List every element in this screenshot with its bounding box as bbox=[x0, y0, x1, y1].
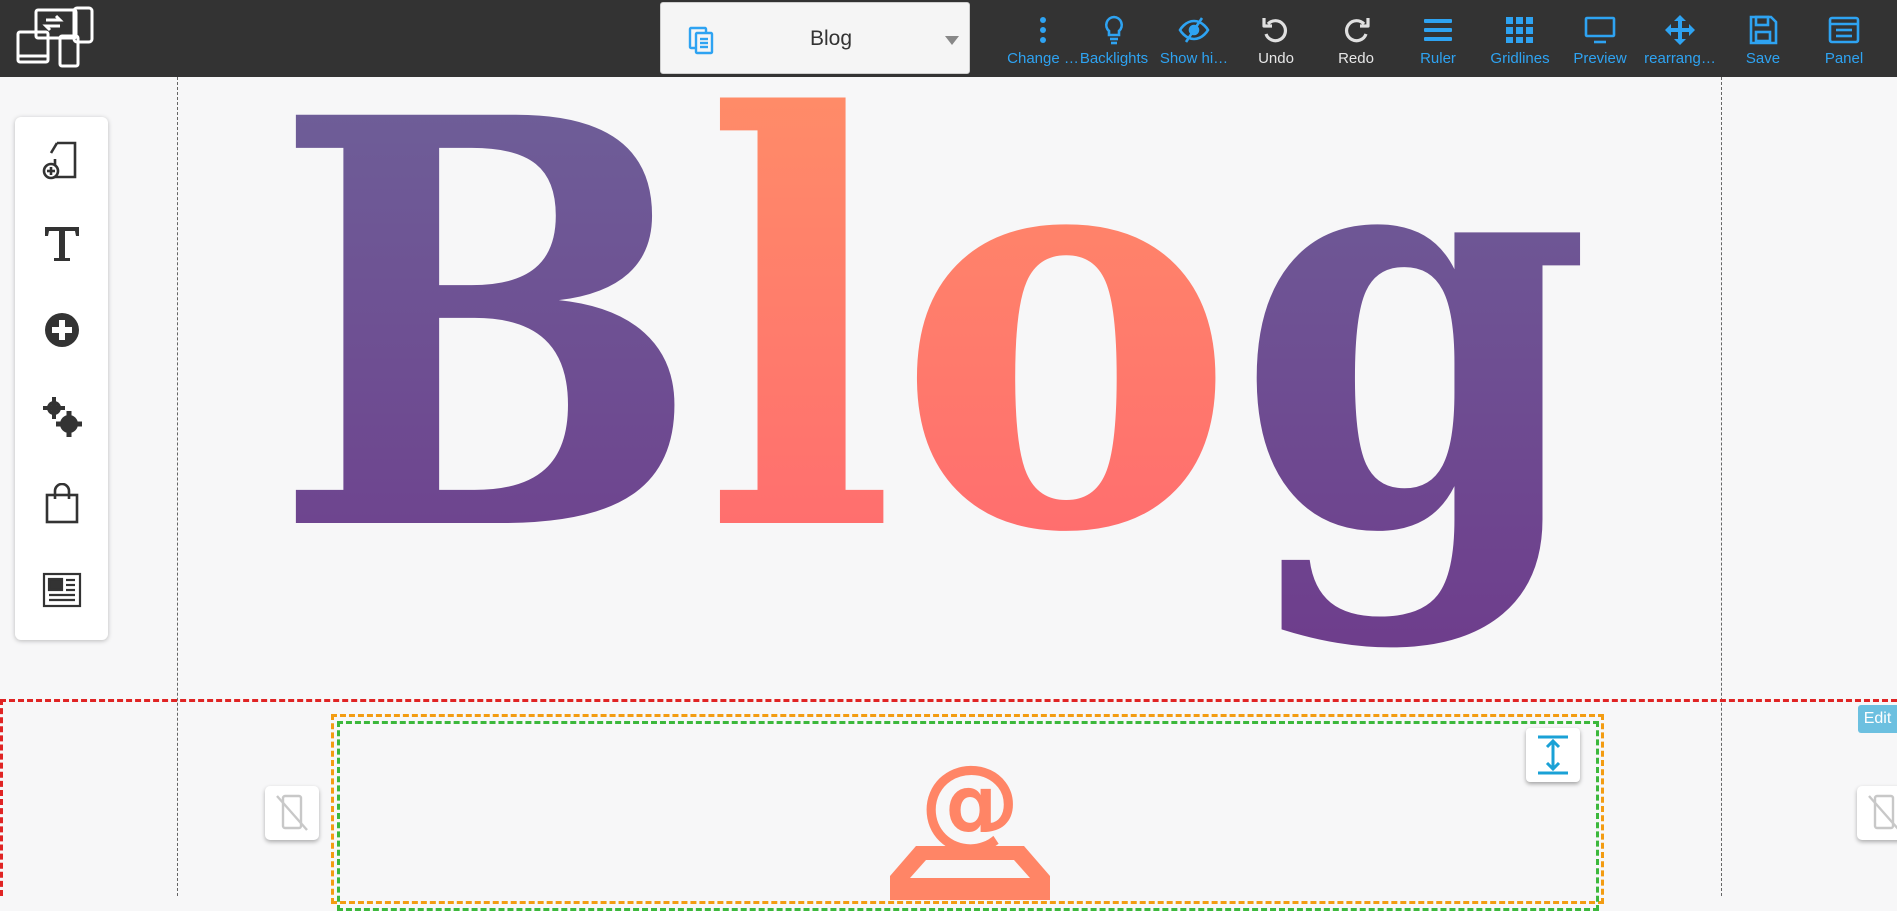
move-arrows-icon bbox=[1665, 15, 1695, 45]
tool-preview-button[interactable]: Preview bbox=[1560, 12, 1640, 72]
page-selector-dropdown[interactable]: Blog bbox=[660, 2, 970, 74]
tool-ruler-button[interactable]: Ruler bbox=[1398, 12, 1478, 72]
redo-icon bbox=[1344, 18, 1370, 43]
settings-gears-icon[interactable] bbox=[41, 395, 83, 437]
tool-redo-label: Redo bbox=[1338, 50, 1374, 67]
lightbulb-icon bbox=[1105, 15, 1123, 45]
tool-gridlines-button[interactable]: Gridlines bbox=[1480, 12, 1560, 72]
add-element-icon[interactable] bbox=[41, 309, 83, 351]
mobile-disabled-icon bbox=[276, 794, 308, 831]
tool-undo-label: Undo bbox=[1258, 50, 1294, 67]
section-boundary-guide bbox=[0, 699, 1897, 702]
tool-backlights-button[interactable]: Backlights bbox=[1074, 12, 1154, 72]
tool-panel-button[interactable]: Panel bbox=[1804, 12, 1884, 72]
text-icon[interactable] bbox=[41, 223, 83, 265]
floppy-icon bbox=[1749, 15, 1778, 45]
vertical-resize-icon bbox=[1538, 735, 1568, 775]
responsive-devices-logo-icon[interactable] bbox=[16, 6, 96, 72]
hide-on-mobile-toggle[interactable] bbox=[265, 786, 319, 840]
tool-ruler-label: Ruler bbox=[1420, 50, 1456, 67]
tool-save-label: Save bbox=[1745, 50, 1781, 67]
grid-icon bbox=[1506, 17, 1533, 43]
element-palette bbox=[15, 117, 108, 640]
ruler-icon bbox=[1424, 19, 1452, 41]
tool-save-button[interactable]: Save bbox=[1723, 12, 1803, 72]
heading-letter-b: B bbox=[272, 77, 703, 656]
chevron-down-icon bbox=[945, 36, 959, 45]
svg-text:@: @ bbox=[920, 760, 1020, 860]
tool-show-hidden-label: Show hi… bbox=[1159, 50, 1229, 67]
tool-change-label: Change … bbox=[1007, 50, 1079, 67]
tool-undo-button[interactable]: Undo bbox=[1236, 12, 1316, 72]
tool-rearrange-button[interactable]: rearrang… bbox=[1640, 12, 1720, 72]
monitor-icon bbox=[1584, 16, 1616, 44]
heading-letters-lo: lo bbox=[703, 77, 1236, 656]
heading-letter-g: g bbox=[1236, 77, 1592, 656]
email-at-icon[interactable]: @ bbox=[880, 743, 1060, 900]
blog-heading[interactable]: Blog bbox=[150, 77, 1720, 697]
eye-slash-icon bbox=[1178, 17, 1210, 43]
panel-icon bbox=[1828, 16, 1860, 44]
tool-rearrange-label: rearrang… bbox=[1644, 50, 1716, 67]
tool-gridlines-label: Gridlines bbox=[1490, 50, 1550, 67]
tool-show-hidden-button[interactable]: Show hi… bbox=[1154, 12, 1234, 72]
hide-on-mobile-toggle-right[interactable] bbox=[1857, 786, 1897, 840]
mobile-disabled-icon bbox=[1868, 794, 1897, 830]
selected-page-name: Blog bbox=[809, 27, 853, 50]
tool-redo-button[interactable]: Redo bbox=[1316, 12, 1396, 72]
dots-vertical-icon bbox=[1040, 17, 1046, 43]
shopping-bag-icon[interactable] bbox=[41, 482, 83, 525]
section-left-guide bbox=[0, 699, 3, 896]
add-page-icon[interactable] bbox=[41, 139, 83, 181]
top-toolbar: Blog Change … Backlights Show hi… Undo R… bbox=[0, 0, 1897, 77]
tool-preview-label: Preview bbox=[1573, 50, 1627, 67]
tool-panel-label: Panel bbox=[1824, 50, 1864, 67]
undo-icon bbox=[1262, 18, 1288, 43]
right-column-guide bbox=[1721, 77, 1722, 896]
tool-change-button[interactable]: Change … bbox=[1003, 12, 1083, 72]
tool-backlights-label: Backlights bbox=[1079, 50, 1149, 67]
pages-icon bbox=[687, 25, 717, 55]
newspaper-icon[interactable] bbox=[41, 569, 83, 611]
blog-heading-text: Blog bbox=[272, 77, 1592, 656]
vertical-resize-button[interactable] bbox=[1526, 728, 1580, 782]
edit-section-button[interactable]: Edit bbox=[1858, 705, 1897, 733]
